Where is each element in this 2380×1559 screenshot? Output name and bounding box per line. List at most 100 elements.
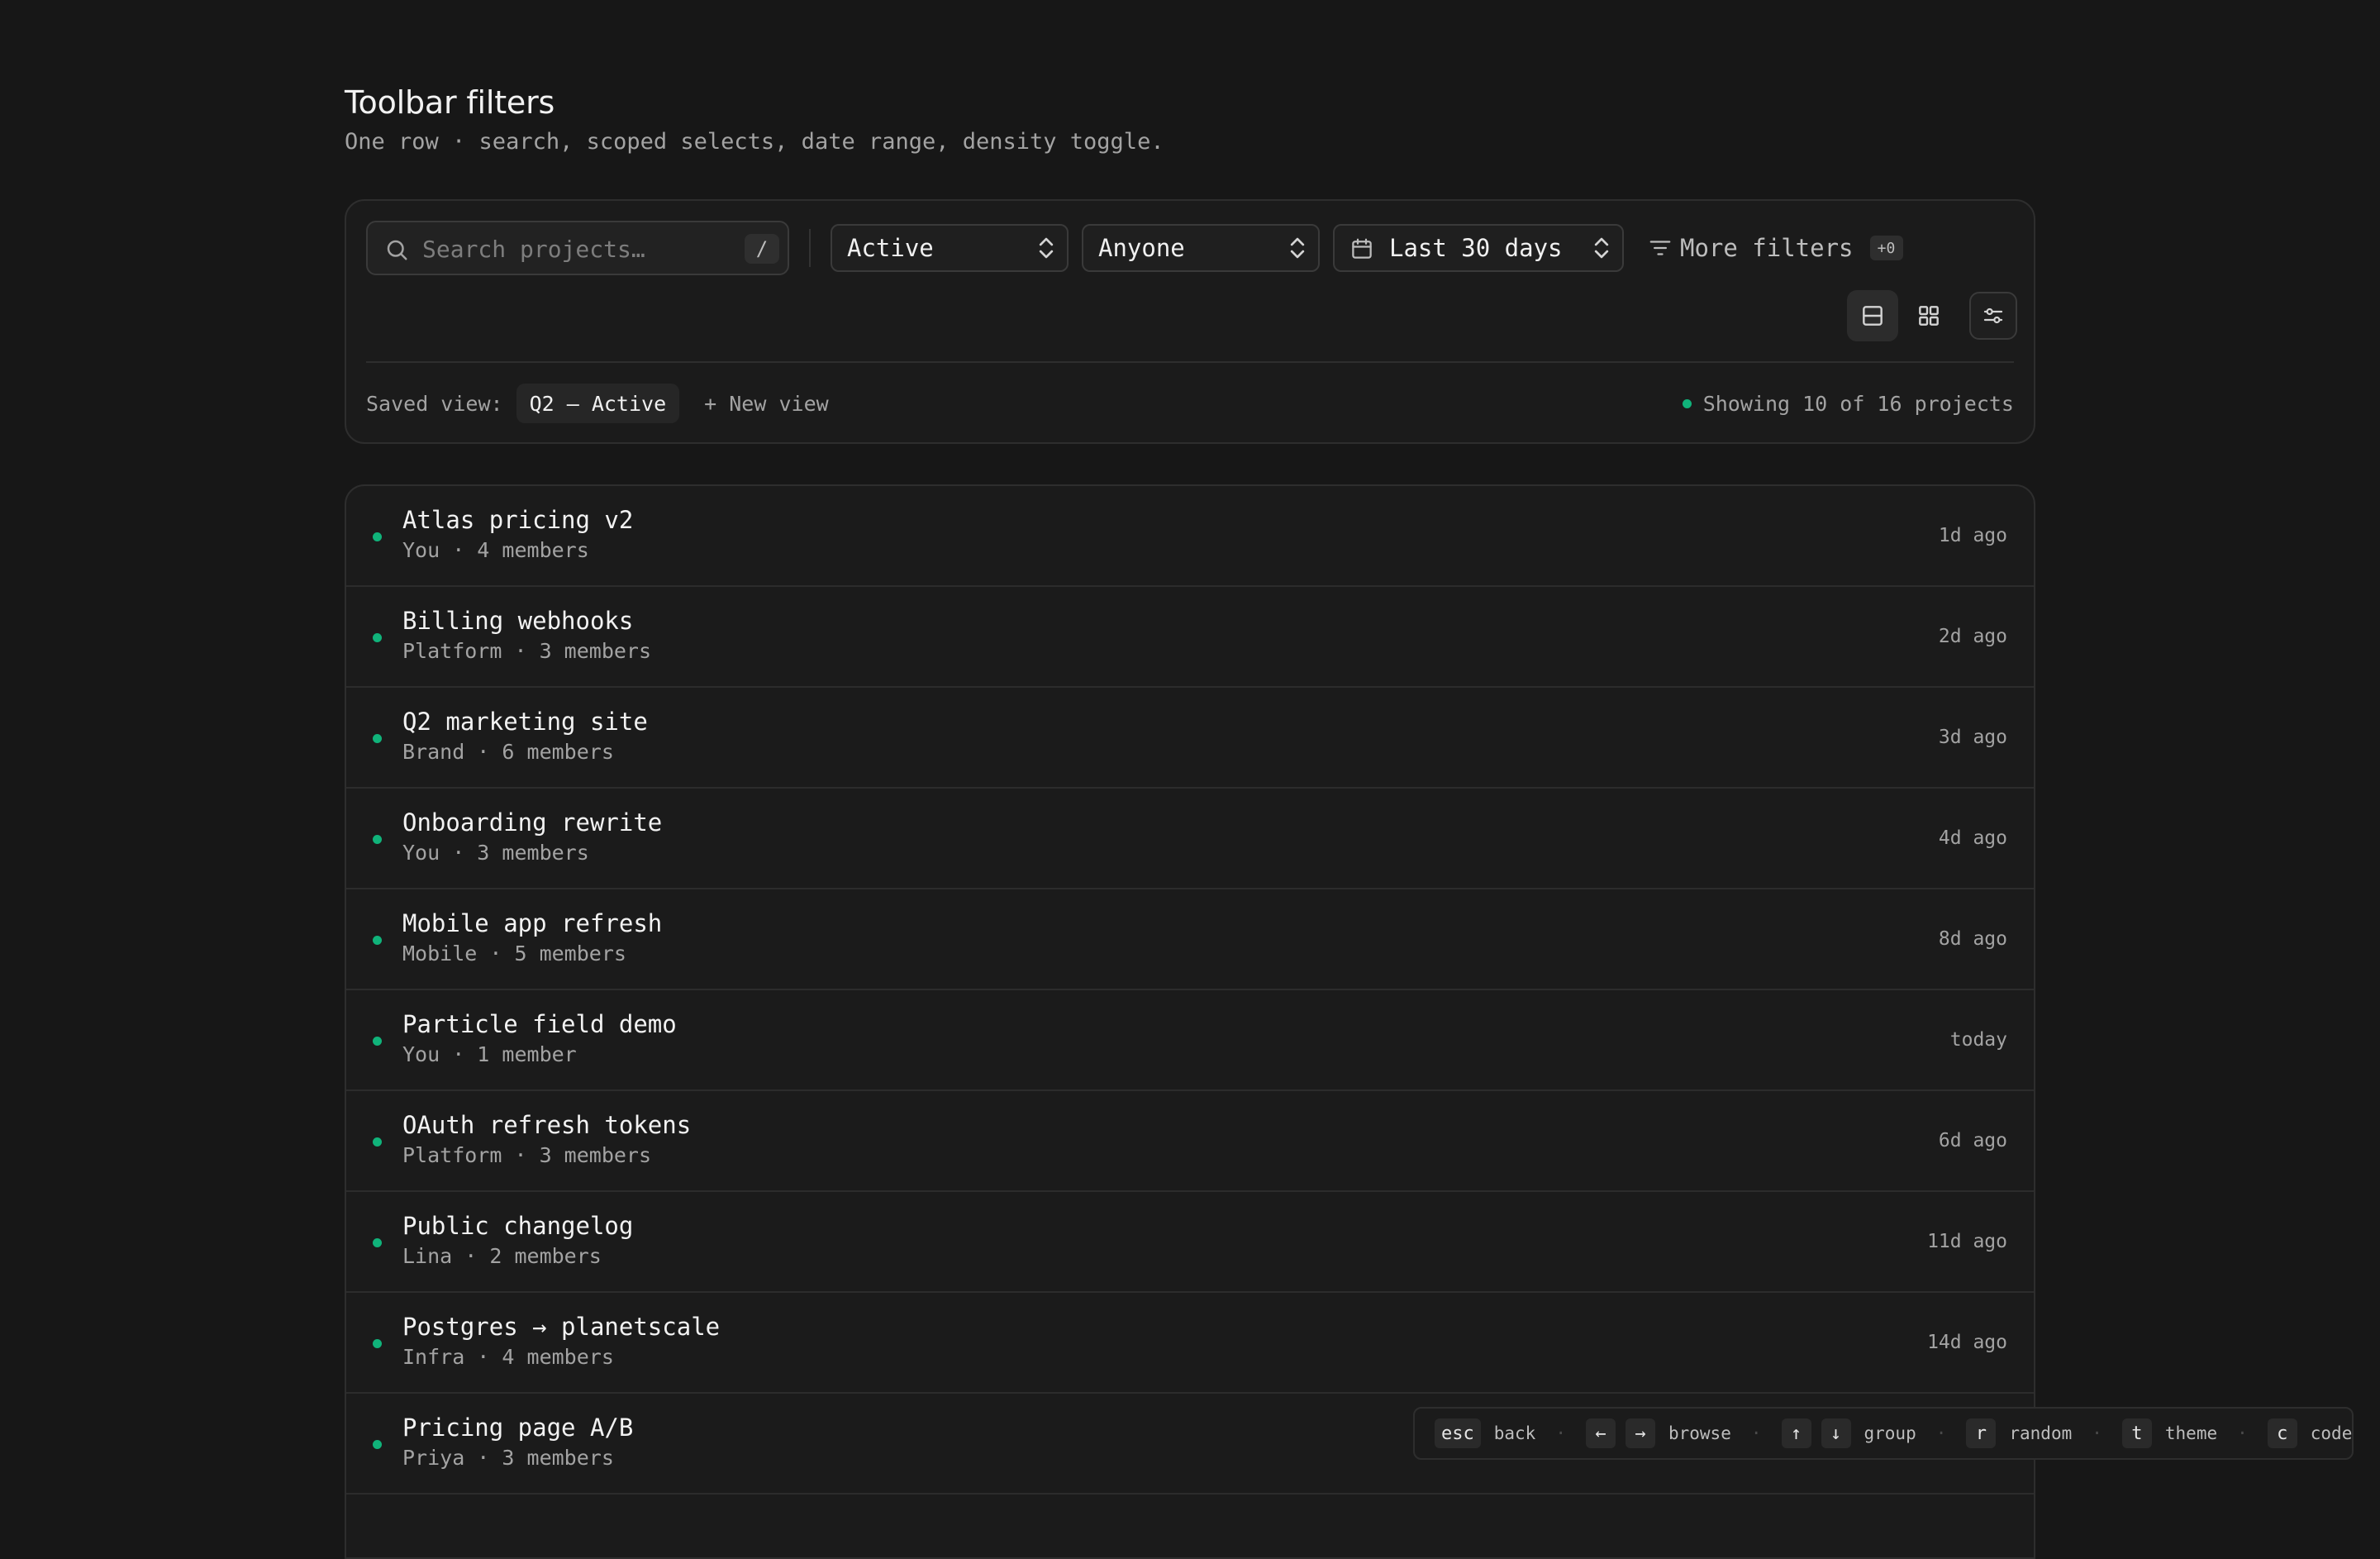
filter-icon: [1649, 241, 1671, 255]
project-updated: 11d ago: [1927, 1231, 2007, 1252]
shortcut-group[interactable]: ↑ ↓ group: [1781, 1418, 1916, 1448]
list-item[interactable]: Mobile app refresh Mobile · 5 members 8d…: [346, 889, 2034, 990]
page: Toolbar filters One row · search, scoped…: [345, 81, 2035, 1559]
project-updated: 4d ago: [1938, 827, 2007, 849]
t-key: t: [2121, 1418, 2152, 1448]
project-title: OAuth refresh tokens: [402, 1111, 692, 1139]
arrow-down-icon: ↓: [1821, 1418, 1851, 1448]
project-meta: Platform · 3 members: [402, 639, 652, 663]
filter-count-badge: +0: [1869, 236, 1903, 260]
status-dot-icon: [373, 532, 382, 541]
status-dot-icon: [373, 835, 382, 844]
shortcut-label: group: [1864, 1423, 1916, 1443]
project-updated: 8d ago: [1938, 928, 2007, 950]
shortcut-separator: ·: [2092, 1423, 2102, 1443]
date-range-value: Last 30 days: [1389, 234, 1563, 262]
esc-key: esc: [1435, 1418, 1481, 1448]
result-count: Showing 10 of 16 projects: [1682, 383, 2014, 424]
project-title: Pricing page A/B: [402, 1414, 634, 1442]
status-dot-icon: [373, 1037, 382, 1046]
shortcut-label: code: [2310, 1423, 2353, 1443]
project-meta: You · 1 member: [402, 1042, 577, 1066]
status-dot-icon: [373, 1440, 382, 1449]
project-title: Onboarding rewrite: [402, 808, 663, 837]
shortcut-random[interactable]: r random: [1966, 1418, 2072, 1448]
shortcut-separator: ·: [1750, 1423, 1762, 1443]
saved-view-row: Saved view: Q2 — Active + New view Showi…: [366, 383, 2014, 424]
owner-select[interactable]: Anyone: [1082, 224, 1320, 272]
project-updated: 14d ago: [1927, 1332, 2007, 1353]
project-title: Mobile app refresh: [402, 909, 663, 937]
search-input[interactable]: [421, 232, 718, 265]
project-title: Billing webhooks: [402, 607, 634, 635]
shortcut-label: back: [1493, 1423, 1536, 1443]
status-dot-icon: [373, 734, 382, 743]
shortcut-separator: ·: [1555, 1423, 1566, 1443]
calendar-icon: [1352, 238, 1372, 259]
more-filters-button[interactable]: More filters +0: [1647, 224, 1903, 272]
list-item[interactable]: Onboarding rewrite You · 3 members 4d ag…: [346, 789, 2034, 889]
list-item[interactable]: Billing webhooks Platform · 3 members 2d…: [346, 587, 2034, 688]
more-filters-label: More filters: [1680, 234, 1854, 262]
date-range-select[interactable]: Last 30 days: [1333, 224, 1624, 272]
project-meta: Brand · 6 members: [402, 740, 614, 764]
density-list-button[interactable]: [1847, 290, 1898, 341]
arrow-left-icon: ←: [1585, 1418, 1616, 1448]
search-box[interactable]: /: [366, 221, 789, 275]
project-meta: You · 4 members: [402, 538, 589, 562]
shortcut-label: random: [2009, 1423, 2073, 1443]
saved-view-label: Saved view:: [366, 391, 503, 416]
list-item[interactable]: Particle field demo You · 1 member today: [346, 990, 2034, 1091]
shortcut-separator: ·: [2237, 1423, 2248, 1443]
shortcut-theme[interactable]: t theme: [2121, 1418, 2217, 1448]
list-item[interactable]: Q2 marketing site Brand · 6 members 3d a…: [346, 688, 2034, 789]
project-list: Atlas pricing v2 You · 4 members 1d ago …: [345, 484, 2035, 1559]
status-dot-icon: [373, 1137, 382, 1147]
status-select-value: Active: [847, 234, 934, 262]
status-dot-icon: [373, 936, 382, 945]
grid-icon: [1919, 306, 1939, 326]
search-icon: [387, 240, 407, 260]
project-title: Public changelog: [402, 1212, 634, 1240]
toolbar-divider: [809, 229, 811, 267]
toolbar-separator: [366, 361, 2014, 363]
project-updated: 6d ago: [1938, 1130, 2007, 1151]
density-grid-button[interactable]: [1903, 290, 1954, 341]
project-title: Atlas pricing v2: [402, 506, 634, 534]
project-meta: Mobile · 5 members: [402, 942, 626, 965]
status-dot-icon: [373, 633, 382, 642]
arrow-up-icon: ↑: [1781, 1418, 1811, 1448]
status-select[interactable]: Active: [831, 224, 1069, 272]
list-item[interactable]: OAuth refresh tokens Platform · 3 member…: [346, 1091, 2034, 1192]
list-item[interactable]: Public changelog Lina · 2 members 11d ag…: [346, 1192, 2034, 1293]
keyboard-shortcuts-bar: esc back · ← → browse · ↑ ↓ group · r ra…: [1413, 1407, 2354, 1460]
chevron-up-down-icon: [1290, 237, 1305, 259]
project-updated: 1d ago: [1938, 525, 2007, 546]
project-title: Postgres → planetscale: [402, 1313, 721, 1341]
project-updated: 3d ago: [1938, 727, 2007, 748]
project-meta: Platform · 3 members: [402, 1143, 652, 1167]
shortcut-code[interactable]: c code: [2267, 1418, 2353, 1448]
project-title: Particle field demo: [402, 1010, 677, 1038]
page-title: Toolbar filters: [345, 84, 555, 121]
arrow-right-icon: →: [1625, 1418, 1655, 1448]
toolbar: / Active Anyone Last 30 days: [345, 199, 2035, 444]
search-shortcut-key: /: [745, 234, 779, 264]
list-item[interactable]: Atlas pricing v2 You · 4 members 1d ago: [346, 486, 2034, 587]
saved-view-chip[interactable]: Q2 — Active: [516, 384, 680, 423]
shortcut-separator: ·: [1935, 1423, 1947, 1443]
list-item[interactable]: Postgres → planetscale Infra · 4 members…: [346, 1293, 2034, 1394]
r-key: r: [1966, 1418, 1997, 1448]
view-settings-button[interactable]: [1969, 292, 2017, 340]
new-view-button[interactable]: + New view: [704, 392, 829, 416]
project-meta: Lina · 2 members: [402, 1244, 602, 1268]
result-count-text: Showing 10 of 16 projects: [1702, 391, 2014, 416]
project-updated: 2d ago: [1938, 626, 2007, 647]
status-dot-icon: [1682, 398, 1692, 408]
page-subtitle: One row · search, scoped selects, date r…: [345, 129, 1164, 155]
shortcut-back[interactable]: esc back: [1435, 1418, 1535, 1448]
shortcut-browse[interactable]: ← → browse: [1585, 1418, 1731, 1448]
status-dot-icon: [373, 1339, 382, 1348]
status-dot-icon: [373, 1238, 382, 1247]
owner-select-value: Anyone: [1098, 234, 1185, 262]
